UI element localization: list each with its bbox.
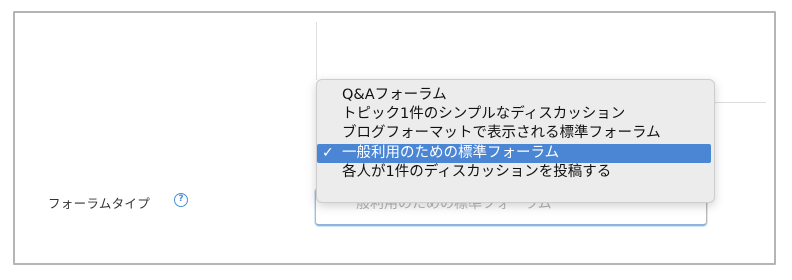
option-label: ブログフォーマットで表示される標準フォーラム [342, 125, 661, 142]
forum-type-label: フォーラムタイプ [48, 196, 151, 211]
option-label: 一般利用のための標準フォーラム [342, 144, 560, 161]
option-label: トピック1件のシンプルなディスカッション [342, 106, 626, 123]
column-divider [316, 22, 317, 80]
row-divider [712, 102, 766, 103]
option-label: 各人が1件のディスカッションを投稿する [342, 163, 612, 180]
option-label: Q&Aフォーラム [342, 87, 447, 103]
option-general-use[interactable]: ✓ 一般利用のための標準フォーラム [317, 143, 711, 163]
option-qa-forum[interactable]: Q&Aフォーラム [320, 86, 711, 105]
forum-type-dropdown-menu: Q&Aフォーラム トピック1件のシンプルなディスカッション ブログフォーマットで… [316, 79, 715, 203]
option-blog-format[interactable]: ブログフォーマットで表示される標準フォーラム [320, 124, 711, 143]
help-icon[interactable]: ? [174, 193, 188, 207]
option-single-topic[interactable]: トピック1件のシンプルなディスカッション [320, 105, 711, 124]
checkmark-icon: ✓ [322, 144, 334, 161]
option-each-person-posts[interactable]: 各人が1件のディスカッションを投稿する [320, 163, 711, 182]
